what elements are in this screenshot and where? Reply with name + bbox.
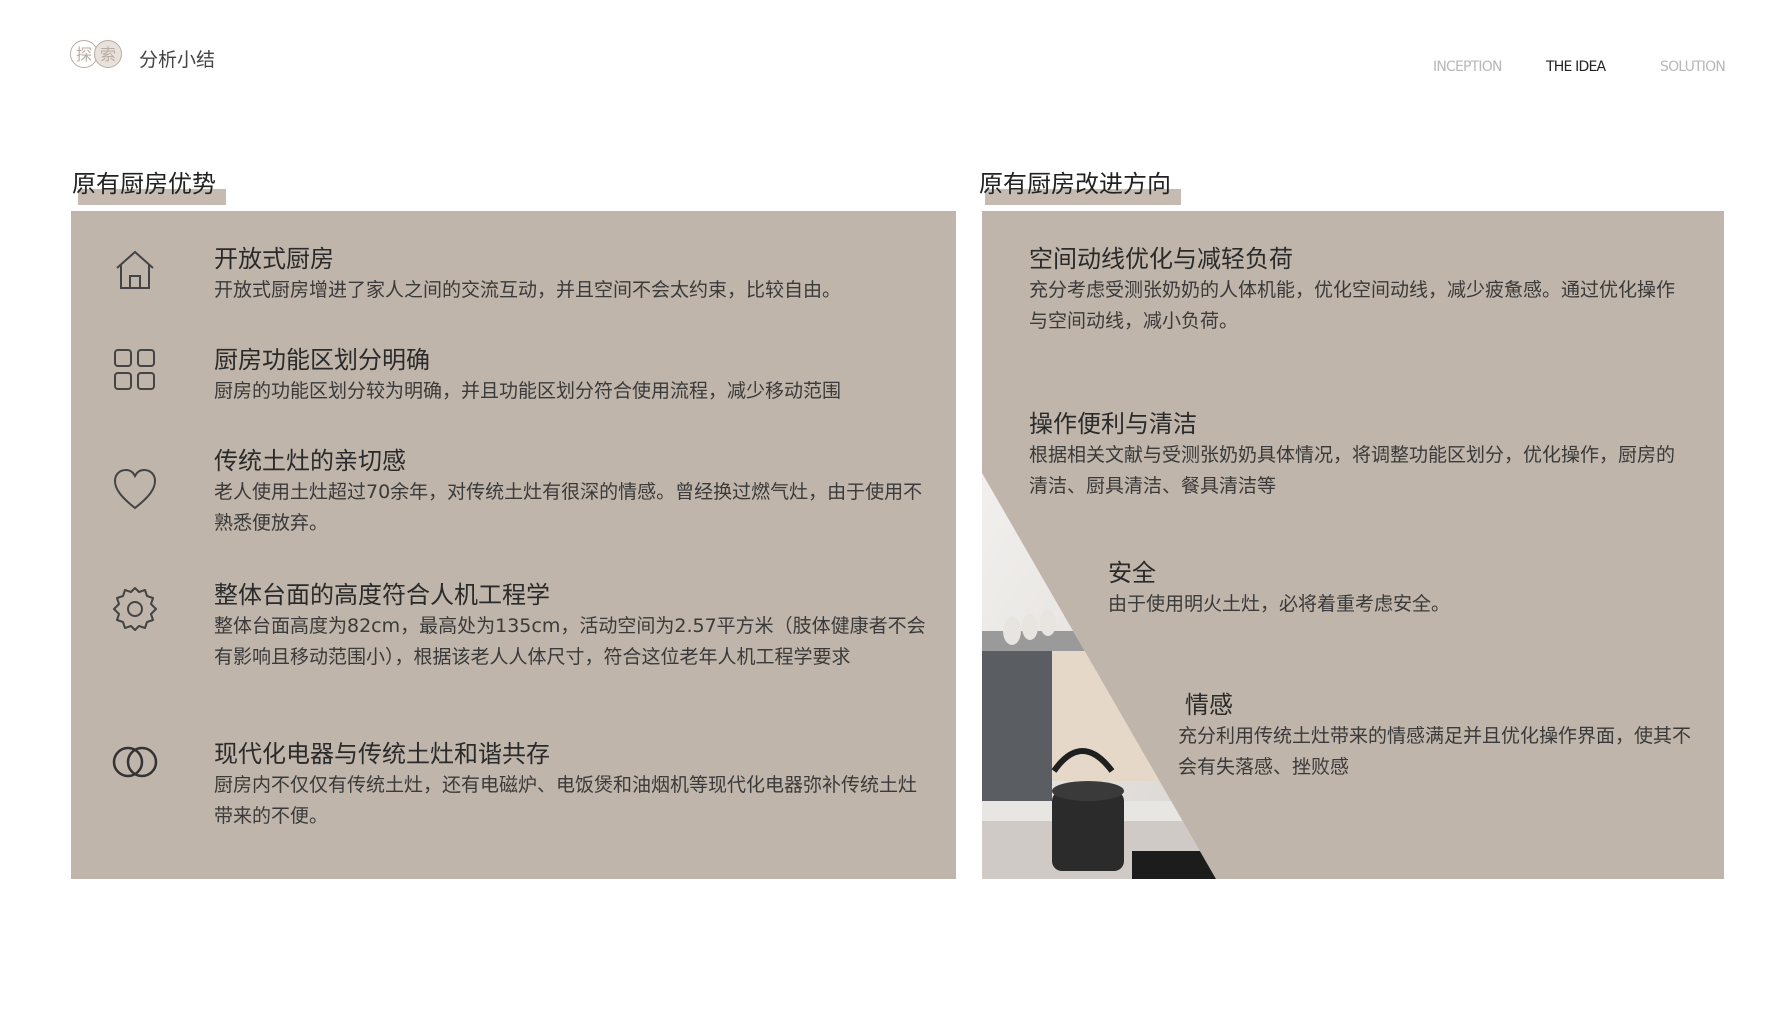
improvement-title: 情感 [1185,691,1233,719]
gear-icon [113,587,157,631]
nav-solution[interactable]: SOLUTION [1660,59,1726,75]
right-section-heading: 原有厨房改进方向 [979,164,1181,205]
improvement-title: 操作便利与清洁 [1029,410,1197,438]
item-desc: 厨房内不仅仅有传统土灶，还有电磁炉、电饭煲和油烟机等现代化电器弥补传统土灶带来的… [214,774,918,827]
heart-icon [113,468,157,510]
left-section-heading-text: 原有厨房优势 [72,170,216,198]
improvements-panel: 空间动线优化与减轻负荷 充分考虑受测张奶奶的人体机能，优化空间动线，减少疲惫感。… [982,211,1724,879]
improvement-title: 安全 [1108,559,1156,587]
item-desc: 厨房的功能区划分较为明确，并且功能区划分符合使用流程，减少移动范围 [214,380,842,402]
advantages-panel: 开放式厨房 开放式厨房增进了家人之间的交流互动，并且空间不会太约束，比较自由。 … [71,211,956,879]
brand-label: 分析小结 [139,49,216,71]
logo-char-2: 索 [94,40,122,68]
item-desc: 开放式厨房增进了家人之间的交流互动，并且空间不会太约束，比较自由。 [214,279,842,301]
grid-icon [114,349,155,390]
improvement-desc: 由于使用明火土灶，必将着重考虑安全。 [1108,593,1451,615]
item-title: 现代化电器与传统土灶和谐共存 [214,740,550,768]
house-icon [116,250,154,289]
item-desc: 老人使用土灶超过70余年，对传统土灶有很深的情感。曾经换过燃气灶，由于使用不熟悉… [214,481,923,534]
right-section-heading-text: 原有厨房改进方向 [979,170,1171,198]
improvement-desc: 充分利用传统土灶带来的情感满足并且优化操作界面，使其不会有失落感、挫败感 [1178,725,1692,778]
logo: 探 索 [70,40,126,70]
left-section-heading: 原有厨房优势 [72,164,226,205]
item-title: 整体台面的高度符合人机工程学 [214,581,550,609]
item-title: 厨房功能区划分明确 [214,346,430,374]
improvement-desc: 充分考虑受测张奶奶的人体机能，优化空间动线，减少疲惫感。通过优化操作与空间动线，… [1029,279,1676,332]
improvement-title: 空间动线优化与减轻负荷 [1029,245,1293,273]
item-title: 开放式厨房 [214,245,334,273]
nav-the-idea[interactable]: THE IDEA [1546,59,1606,75]
item-title: 传统土灶的亲切感 [214,447,406,475]
item-desc: 整体台面高度为82cm，最高处为135cm，活动空间为2.57平方米（肢体健康者… [214,615,926,668]
rings-icon [112,746,158,778]
nav-inception[interactable]: INCEPTION [1433,59,1502,75]
improvement-desc: 根据相关文献与受测张奶奶具体情况，将调整功能区划分，优化操作，厨房的清洁、厨具清… [1029,444,1676,497]
